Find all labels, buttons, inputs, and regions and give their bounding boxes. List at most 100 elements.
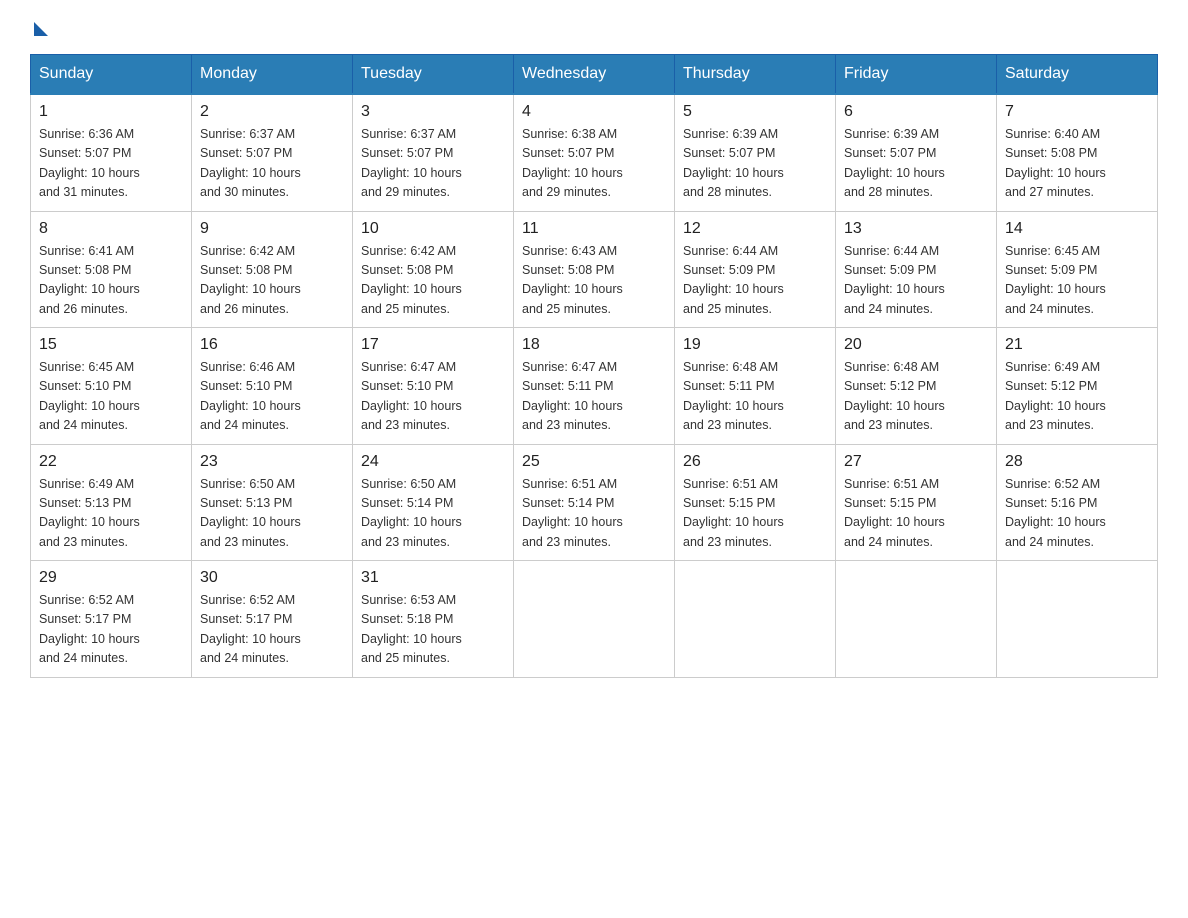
day-info: Sunrise: 6:44 AMSunset: 5:09 PMDaylight:… [683, 242, 827, 320]
logo-arrow-icon [34, 22, 48, 36]
calendar-cell: 30 Sunrise: 6:52 AMSunset: 5:17 PMDaylig… [192, 561, 353, 678]
day-info: Sunrise: 6:42 AMSunset: 5:08 PMDaylight:… [200, 242, 344, 320]
calendar-cell: 23 Sunrise: 6:50 AMSunset: 5:13 PMDaylig… [192, 444, 353, 561]
day-info: Sunrise: 6:50 AMSunset: 5:13 PMDaylight:… [200, 475, 344, 553]
day-info: Sunrise: 6:40 AMSunset: 5:08 PMDaylight:… [1005, 125, 1149, 203]
column-header-sunday: Sunday [31, 55, 192, 95]
day-number: 15 [39, 336, 183, 354]
day-number: 18 [522, 336, 666, 354]
day-info: Sunrise: 6:53 AMSunset: 5:18 PMDaylight:… [361, 591, 505, 669]
day-number: 17 [361, 336, 505, 354]
day-info: Sunrise: 6:41 AMSunset: 5:08 PMDaylight:… [39, 242, 183, 320]
day-info: Sunrise: 6:46 AMSunset: 5:10 PMDaylight:… [200, 358, 344, 436]
day-number: 28 [1005, 453, 1149, 471]
calendar-cell [997, 561, 1158, 678]
day-info: Sunrise: 6:45 AMSunset: 5:09 PMDaylight:… [1005, 242, 1149, 320]
day-info: Sunrise: 6:51 AMSunset: 5:15 PMDaylight:… [683, 475, 827, 553]
day-info: Sunrise: 6:49 AMSunset: 5:13 PMDaylight:… [39, 475, 183, 553]
day-number: 25 [522, 453, 666, 471]
day-info: Sunrise: 6:42 AMSunset: 5:08 PMDaylight:… [361, 242, 505, 320]
calendar-cell: 26 Sunrise: 6:51 AMSunset: 5:15 PMDaylig… [675, 444, 836, 561]
calendar-cell: 28 Sunrise: 6:52 AMSunset: 5:16 PMDaylig… [997, 444, 1158, 561]
day-number: 14 [1005, 220, 1149, 238]
calendar-cell: 19 Sunrise: 6:48 AMSunset: 5:11 PMDaylig… [675, 328, 836, 445]
day-info: Sunrise: 6:39 AMSunset: 5:07 PMDaylight:… [844, 125, 988, 203]
day-number: 7 [1005, 103, 1149, 121]
column-header-saturday: Saturday [997, 55, 1158, 95]
column-header-monday: Monday [192, 55, 353, 95]
day-info: Sunrise: 6:47 AMSunset: 5:11 PMDaylight:… [522, 358, 666, 436]
day-info: Sunrise: 6:37 AMSunset: 5:07 PMDaylight:… [200, 125, 344, 203]
calendar-cell: 9 Sunrise: 6:42 AMSunset: 5:08 PMDayligh… [192, 211, 353, 328]
calendar-cell: 25 Sunrise: 6:51 AMSunset: 5:14 PMDaylig… [514, 444, 675, 561]
calendar-cell: 29 Sunrise: 6:52 AMSunset: 5:17 PMDaylig… [31, 561, 192, 678]
day-number: 2 [200, 103, 344, 121]
calendar-cell [514, 561, 675, 678]
day-info: Sunrise: 6:43 AMSunset: 5:08 PMDaylight:… [522, 242, 666, 320]
day-number: 24 [361, 453, 505, 471]
calendar-cell: 13 Sunrise: 6:44 AMSunset: 5:09 PMDaylig… [836, 211, 997, 328]
day-number: 21 [1005, 336, 1149, 354]
day-info: Sunrise: 6:51 AMSunset: 5:15 PMDaylight:… [844, 475, 988, 553]
calendar-cell: 8 Sunrise: 6:41 AMSunset: 5:08 PMDayligh… [31, 211, 192, 328]
day-info: Sunrise: 6:39 AMSunset: 5:07 PMDaylight:… [683, 125, 827, 203]
day-number: 6 [844, 103, 988, 121]
calendar-cell: 1 Sunrise: 6:36 AMSunset: 5:07 PMDayligh… [31, 94, 192, 211]
calendar-cell: 17 Sunrise: 6:47 AMSunset: 5:10 PMDaylig… [353, 328, 514, 445]
calendar-cell: 4 Sunrise: 6:38 AMSunset: 5:07 PMDayligh… [514, 94, 675, 211]
calendar-week-row: 8 Sunrise: 6:41 AMSunset: 5:08 PMDayligh… [31, 211, 1158, 328]
day-number: 19 [683, 336, 827, 354]
day-info: Sunrise: 6:50 AMSunset: 5:14 PMDaylight:… [361, 475, 505, 553]
day-number: 30 [200, 569, 344, 587]
calendar-header-row: SundayMondayTuesdayWednesdayThursdayFrid… [31, 55, 1158, 95]
calendar-cell: 11 Sunrise: 6:43 AMSunset: 5:08 PMDaylig… [514, 211, 675, 328]
day-info: Sunrise: 6:36 AMSunset: 5:07 PMDaylight:… [39, 125, 183, 203]
calendar-cell: 20 Sunrise: 6:48 AMSunset: 5:12 PMDaylig… [836, 328, 997, 445]
day-info: Sunrise: 6:51 AMSunset: 5:14 PMDaylight:… [522, 475, 666, 553]
day-number: 8 [39, 220, 183, 238]
day-number: 16 [200, 336, 344, 354]
day-info: Sunrise: 6:47 AMSunset: 5:10 PMDaylight:… [361, 358, 505, 436]
day-info: Sunrise: 6:45 AMSunset: 5:10 PMDaylight:… [39, 358, 183, 436]
calendar-cell: 22 Sunrise: 6:49 AMSunset: 5:13 PMDaylig… [31, 444, 192, 561]
day-number: 9 [200, 220, 344, 238]
calendar-cell [675, 561, 836, 678]
column-header-wednesday: Wednesday [514, 55, 675, 95]
calendar-week-row: 15 Sunrise: 6:45 AMSunset: 5:10 PMDaylig… [31, 328, 1158, 445]
page-header [30, 20, 1158, 34]
day-info: Sunrise: 6:44 AMSunset: 5:09 PMDaylight:… [844, 242, 988, 320]
calendar-cell: 2 Sunrise: 6:37 AMSunset: 5:07 PMDayligh… [192, 94, 353, 211]
calendar-cell: 24 Sunrise: 6:50 AMSunset: 5:14 PMDaylig… [353, 444, 514, 561]
day-info: Sunrise: 6:38 AMSunset: 5:07 PMDaylight:… [522, 125, 666, 203]
day-number: 5 [683, 103, 827, 121]
calendar-cell: 3 Sunrise: 6:37 AMSunset: 5:07 PMDayligh… [353, 94, 514, 211]
calendar-cell: 15 Sunrise: 6:45 AMSunset: 5:10 PMDaylig… [31, 328, 192, 445]
day-info: Sunrise: 6:48 AMSunset: 5:12 PMDaylight:… [844, 358, 988, 436]
day-number: 10 [361, 220, 505, 238]
day-number: 31 [361, 569, 505, 587]
day-number: 13 [844, 220, 988, 238]
day-info: Sunrise: 6:52 AMSunset: 5:17 PMDaylight:… [200, 591, 344, 669]
day-info: Sunrise: 6:37 AMSunset: 5:07 PMDaylight:… [361, 125, 505, 203]
calendar-cell: 27 Sunrise: 6:51 AMSunset: 5:15 PMDaylig… [836, 444, 997, 561]
day-info: Sunrise: 6:52 AMSunset: 5:17 PMDaylight:… [39, 591, 183, 669]
calendar-cell: 12 Sunrise: 6:44 AMSunset: 5:09 PMDaylig… [675, 211, 836, 328]
calendar-table: SundayMondayTuesdayWednesdayThursdayFrid… [30, 54, 1158, 678]
day-info: Sunrise: 6:48 AMSunset: 5:11 PMDaylight:… [683, 358, 827, 436]
calendar-cell: 6 Sunrise: 6:39 AMSunset: 5:07 PMDayligh… [836, 94, 997, 211]
day-number: 29 [39, 569, 183, 587]
calendar-cell: 14 Sunrise: 6:45 AMSunset: 5:09 PMDaylig… [997, 211, 1158, 328]
calendar-cell: 5 Sunrise: 6:39 AMSunset: 5:07 PMDayligh… [675, 94, 836, 211]
calendar-cell: 16 Sunrise: 6:46 AMSunset: 5:10 PMDaylig… [192, 328, 353, 445]
calendar-cell [836, 561, 997, 678]
day-number: 3 [361, 103, 505, 121]
calendar-cell: 31 Sunrise: 6:53 AMSunset: 5:18 PMDaylig… [353, 561, 514, 678]
calendar-cell: 7 Sunrise: 6:40 AMSunset: 5:08 PMDayligh… [997, 94, 1158, 211]
logo [30, 20, 48, 34]
day-info: Sunrise: 6:49 AMSunset: 5:12 PMDaylight:… [1005, 358, 1149, 436]
calendar-week-row: 1 Sunrise: 6:36 AMSunset: 5:07 PMDayligh… [31, 94, 1158, 211]
day-number: 27 [844, 453, 988, 471]
day-number: 1 [39, 103, 183, 121]
column-header-friday: Friday [836, 55, 997, 95]
day-number: 22 [39, 453, 183, 471]
